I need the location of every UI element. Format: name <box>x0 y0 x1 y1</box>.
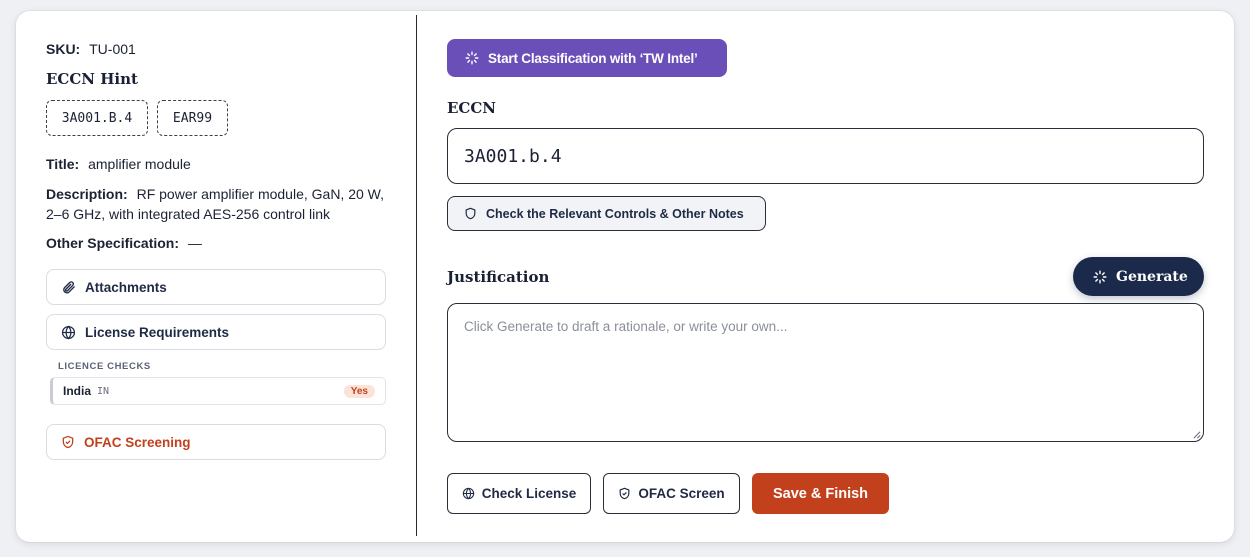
justification-textarea[interactable]: Click Generate to draft a rationale, or … <box>447 303 1204 442</box>
classification-card: SKU: TU-001 ECCN Hint 3A001.B.4 EAR99 Ti… <box>16 11 1234 542</box>
generate-label: Generate <box>1116 268 1188 285</box>
resize-handle-icon[interactable] <box>1192 430 1201 439</box>
licence-check-row[interactable]: India IN Yes <box>50 377 386 405</box>
paperclip-icon <box>63 280 75 293</box>
licence-checks-heading: LICENCE CHECKS <box>58 361 151 372</box>
sku-label: SKU: <box>46 41 81 57</box>
description-line: Description: RF power amplifier module, … <box>46 184 386 224</box>
spinner-icon <box>465 51 479 65</box>
title-line: Title: amplifier module <box>46 154 191 174</box>
attachments-button[interactable]: Attachments <box>46 269 386 305</box>
description-label: Description: <box>46 186 128 202</box>
attachments-label: Attachments <box>85 279 167 295</box>
start-classification-label: Start Classification with ‘TW Intel’ <box>488 50 698 66</box>
panel-divider <box>416 15 417 536</box>
other-spec-line: Other Specification: — <box>46 233 202 253</box>
license-requirements-label: License Requirements <box>85 324 230 340</box>
justification-placeholder: Click Generate to draft a rationale, or … <box>464 319 788 334</box>
ofac-screen-label: OFAC Screen <box>638 486 725 501</box>
licence-country-code: IN <box>97 385 110 397</box>
save-finish-button[interactable]: Save & Finish <box>752 473 889 514</box>
check-license-button[interactable]: Check License <box>447 473 591 514</box>
license-requirements-button[interactable]: License Requirements <box>46 314 386 350</box>
eccn-hint-chip[interactable]: 3A001.B.4 <box>46 100 148 136</box>
eccn-label: ECCN <box>447 99 497 117</box>
spinner-icon <box>1093 269 1107 284</box>
globe-icon <box>462 487 474 500</box>
generate-button[interactable]: Generate <box>1073 257 1204 296</box>
other-spec-label: Other Specification: <box>46 235 180 251</box>
sku-line: SKU: TU-001 <box>46 39 136 59</box>
check-license-label: Check License <box>481 486 577 501</box>
globe-icon <box>61 325 76 339</box>
licence-country: India <box>63 384 92 398</box>
eccn-hint-chip[interactable]: EAR99 <box>157 100 228 136</box>
ofac-screening-button[interactable]: OFAC Screening <box>46 424 386 460</box>
ofac-screening-label: OFAC Screening <box>84 434 191 450</box>
check-controls-label: Check the Relevant Controls & Other Note… <box>486 206 744 221</box>
start-classification-button[interactable]: Start Classification with ‘TW Intel’ <box>447 39 727 77</box>
eccn-hint-title: ECCN Hint <box>46 70 138 88</box>
shield-icon <box>619 487 630 500</box>
title-value: amplifier module <box>88 156 191 172</box>
licence-status-badge: Yes <box>343 385 375 398</box>
other-spec-value: — <box>187 235 202 251</box>
title-label: Title: <box>46 156 80 172</box>
eccn-input[interactable]: 3A001.b.4 <box>447 128 1204 184</box>
ofac-screen-button[interactable]: OFAC Screen <box>603 473 740 514</box>
check-controls-button[interactable]: Check the Relevant Controls & Other Note… <box>447 196 766 231</box>
sku-value: TU-001 <box>89 41 136 57</box>
shield-icon <box>465 207 476 220</box>
shield-icon <box>62 435 74 449</box>
justification-label: Justification <box>447 268 550 286</box>
